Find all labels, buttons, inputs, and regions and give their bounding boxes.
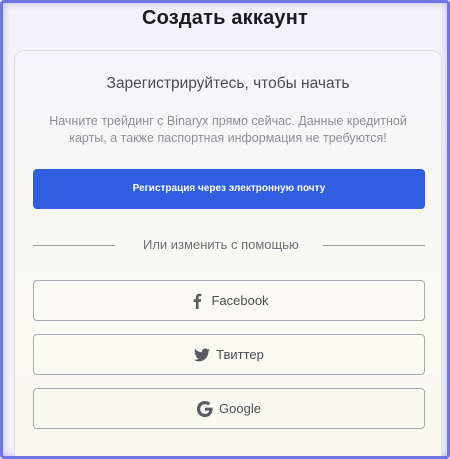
twitter-button-label: Твиттер xyxy=(216,347,264,362)
divider: Или изменить с помощью xyxy=(33,237,425,253)
divider-text: Или изменить с помощью xyxy=(143,237,299,252)
twitter-button[interactable]: Твиттер xyxy=(33,334,425,375)
divider-line-left xyxy=(33,245,115,246)
google-button[interactable]: Google xyxy=(33,388,425,429)
card-description: Начните трейдинг с Binaryx прямо сейчас.… xyxy=(49,114,407,145)
signup-card: Зарегистрируйтесь, чтобы начать Начните … xyxy=(14,50,442,456)
google-icon xyxy=(197,400,213,417)
facebook-button-label: Facebook xyxy=(211,293,269,308)
google-button-label: Google xyxy=(219,401,261,416)
twitter-icon xyxy=(194,347,211,363)
divider-line-right xyxy=(323,245,425,246)
facebook-icon xyxy=(189,293,205,309)
facebook-button[interactable]: Facebook xyxy=(33,280,425,321)
app-window: Создать аккаунт Зарегистрируйтесь, чтобы… xyxy=(0,0,450,459)
page-title: Создать аккаунт xyxy=(141,7,309,29)
email-signup-button[interactable]: Регистрация через электронную почту xyxy=(33,169,425,209)
card-subtitle: Зарегистрируйтесь, чтобы начать xyxy=(106,75,350,92)
